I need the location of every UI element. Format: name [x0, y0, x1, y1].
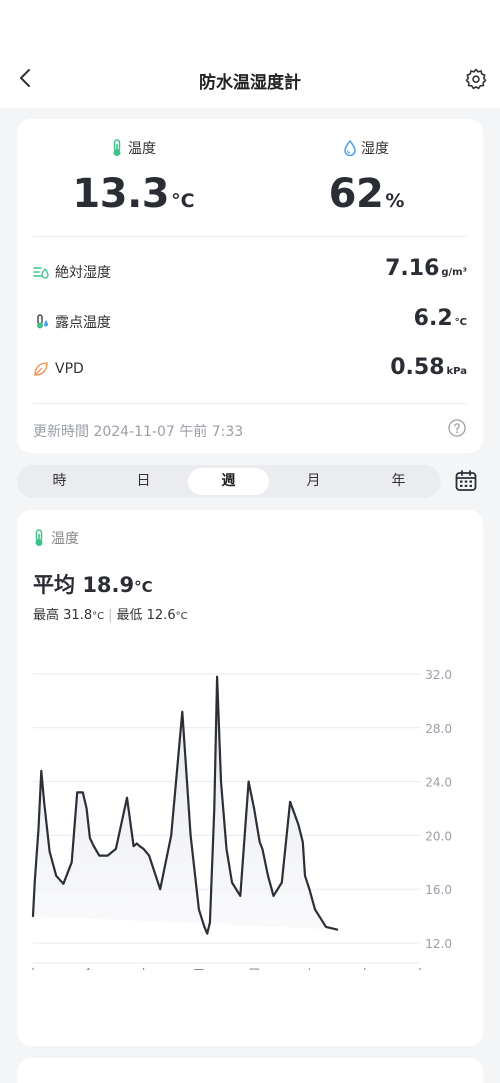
tab-day[interactable]: 日: [103, 468, 184, 495]
temperature-label: 温度: [128, 141, 156, 157]
top-bar: 防水温湿度計: [0, 0, 500, 108]
absolute-humidity-value: 7.16: [385, 256, 440, 281]
temperature-unit: °C: [171, 190, 195, 212]
settings-button[interactable]: [464, 67, 488, 91]
current-readings-card: 温度 13.3 °C 湿度 62% 絶対湿度 7.16 g/m³ 露点温度 6.2 °…: [17, 119, 483, 453]
dew-point-label: 露点温度: [55, 315, 111, 331]
page-title: 防水温湿度計: [199, 73, 301, 93]
y-tick-label: 24.0: [425, 776, 452, 790]
temperature-chart[interactable]: 12.016.020.024.028.032.0木金土日月火水木午前 7:332…: [0, 510, 500, 970]
divider: [33, 403, 467, 404]
vpd-unit: kPa: [446, 366, 467, 377]
dew-point-unit: °C: [454, 317, 467, 328]
x-tick-label: 金: [81, 968, 95, 970]
humidity-value: 62: [328, 171, 384, 217]
y-tick-label: 16.0: [425, 883, 452, 897]
dew-point-icon: [37, 314, 48, 329]
tab-month[interactable]: 月: [273, 468, 354, 495]
x-tick-label: 木: [413, 968, 427, 970]
next-card-edge: [17, 1058, 483, 1083]
vpd-label: VPD: [55, 361, 84, 377]
absolute-humidity-label: 絶対湿度: [55, 265, 111, 281]
vpd-value: 0.58: [390, 355, 445, 380]
temperature-value: 13.3: [72, 171, 170, 217]
calendar-icon: [455, 470, 477, 491]
wind-drop-icon: [33, 267, 49, 279]
dew-point-value: 6.2: [413, 306, 453, 331]
x-tick-label: 木: [26, 968, 40, 970]
vpd-row: VPD 0.58 kPa: [33, 355, 467, 385]
question-circle-icon: [448, 419, 466, 437]
y-tick-label: 20.0: [425, 829, 452, 843]
humidity-label: 湿度: [361, 141, 389, 157]
absolute-humidity-row: 絶対湿度 7.16 g/m³: [33, 256, 467, 286]
y-tick-label: 32.0: [425, 668, 452, 682]
tab-year[interactable]: 年: [358, 468, 439, 495]
humidity-unit: %: [385, 190, 405, 212]
updated-time: 更新時間 2024-11-07 午前 7:33: [33, 424, 244, 440]
dew-point-row: 露点温度 6.2 °C: [33, 306, 467, 336]
x-tick-label: 土: [137, 968, 151, 970]
y-tick-label: 28.0: [425, 722, 452, 736]
gear-icon: [465, 68, 487, 90]
period-tabs: 時 日 週 月 年: [17, 465, 441, 498]
absolute-humidity-unit: g/m³: [441, 267, 467, 278]
y-tick-label: 12.0: [425, 937, 452, 951]
leaf-icon: [34, 362, 48, 376]
x-tick-label: 日: [192, 968, 206, 970]
tab-hour[interactable]: 時: [19, 468, 100, 495]
x-tick-label: 水: [358, 968, 372, 970]
thermometer-icon: [113, 139, 121, 156]
water-drop-icon: [344, 140, 356, 156]
calendar-button[interactable]: [454, 469, 478, 493]
x-tick-label: 火: [302, 968, 316, 970]
divider: [33, 236, 467, 237]
tab-week[interactable]: 週: [188, 468, 269, 495]
help-button[interactable]: [448, 419, 466, 437]
x-tick-label: 月: [247, 968, 261, 970]
